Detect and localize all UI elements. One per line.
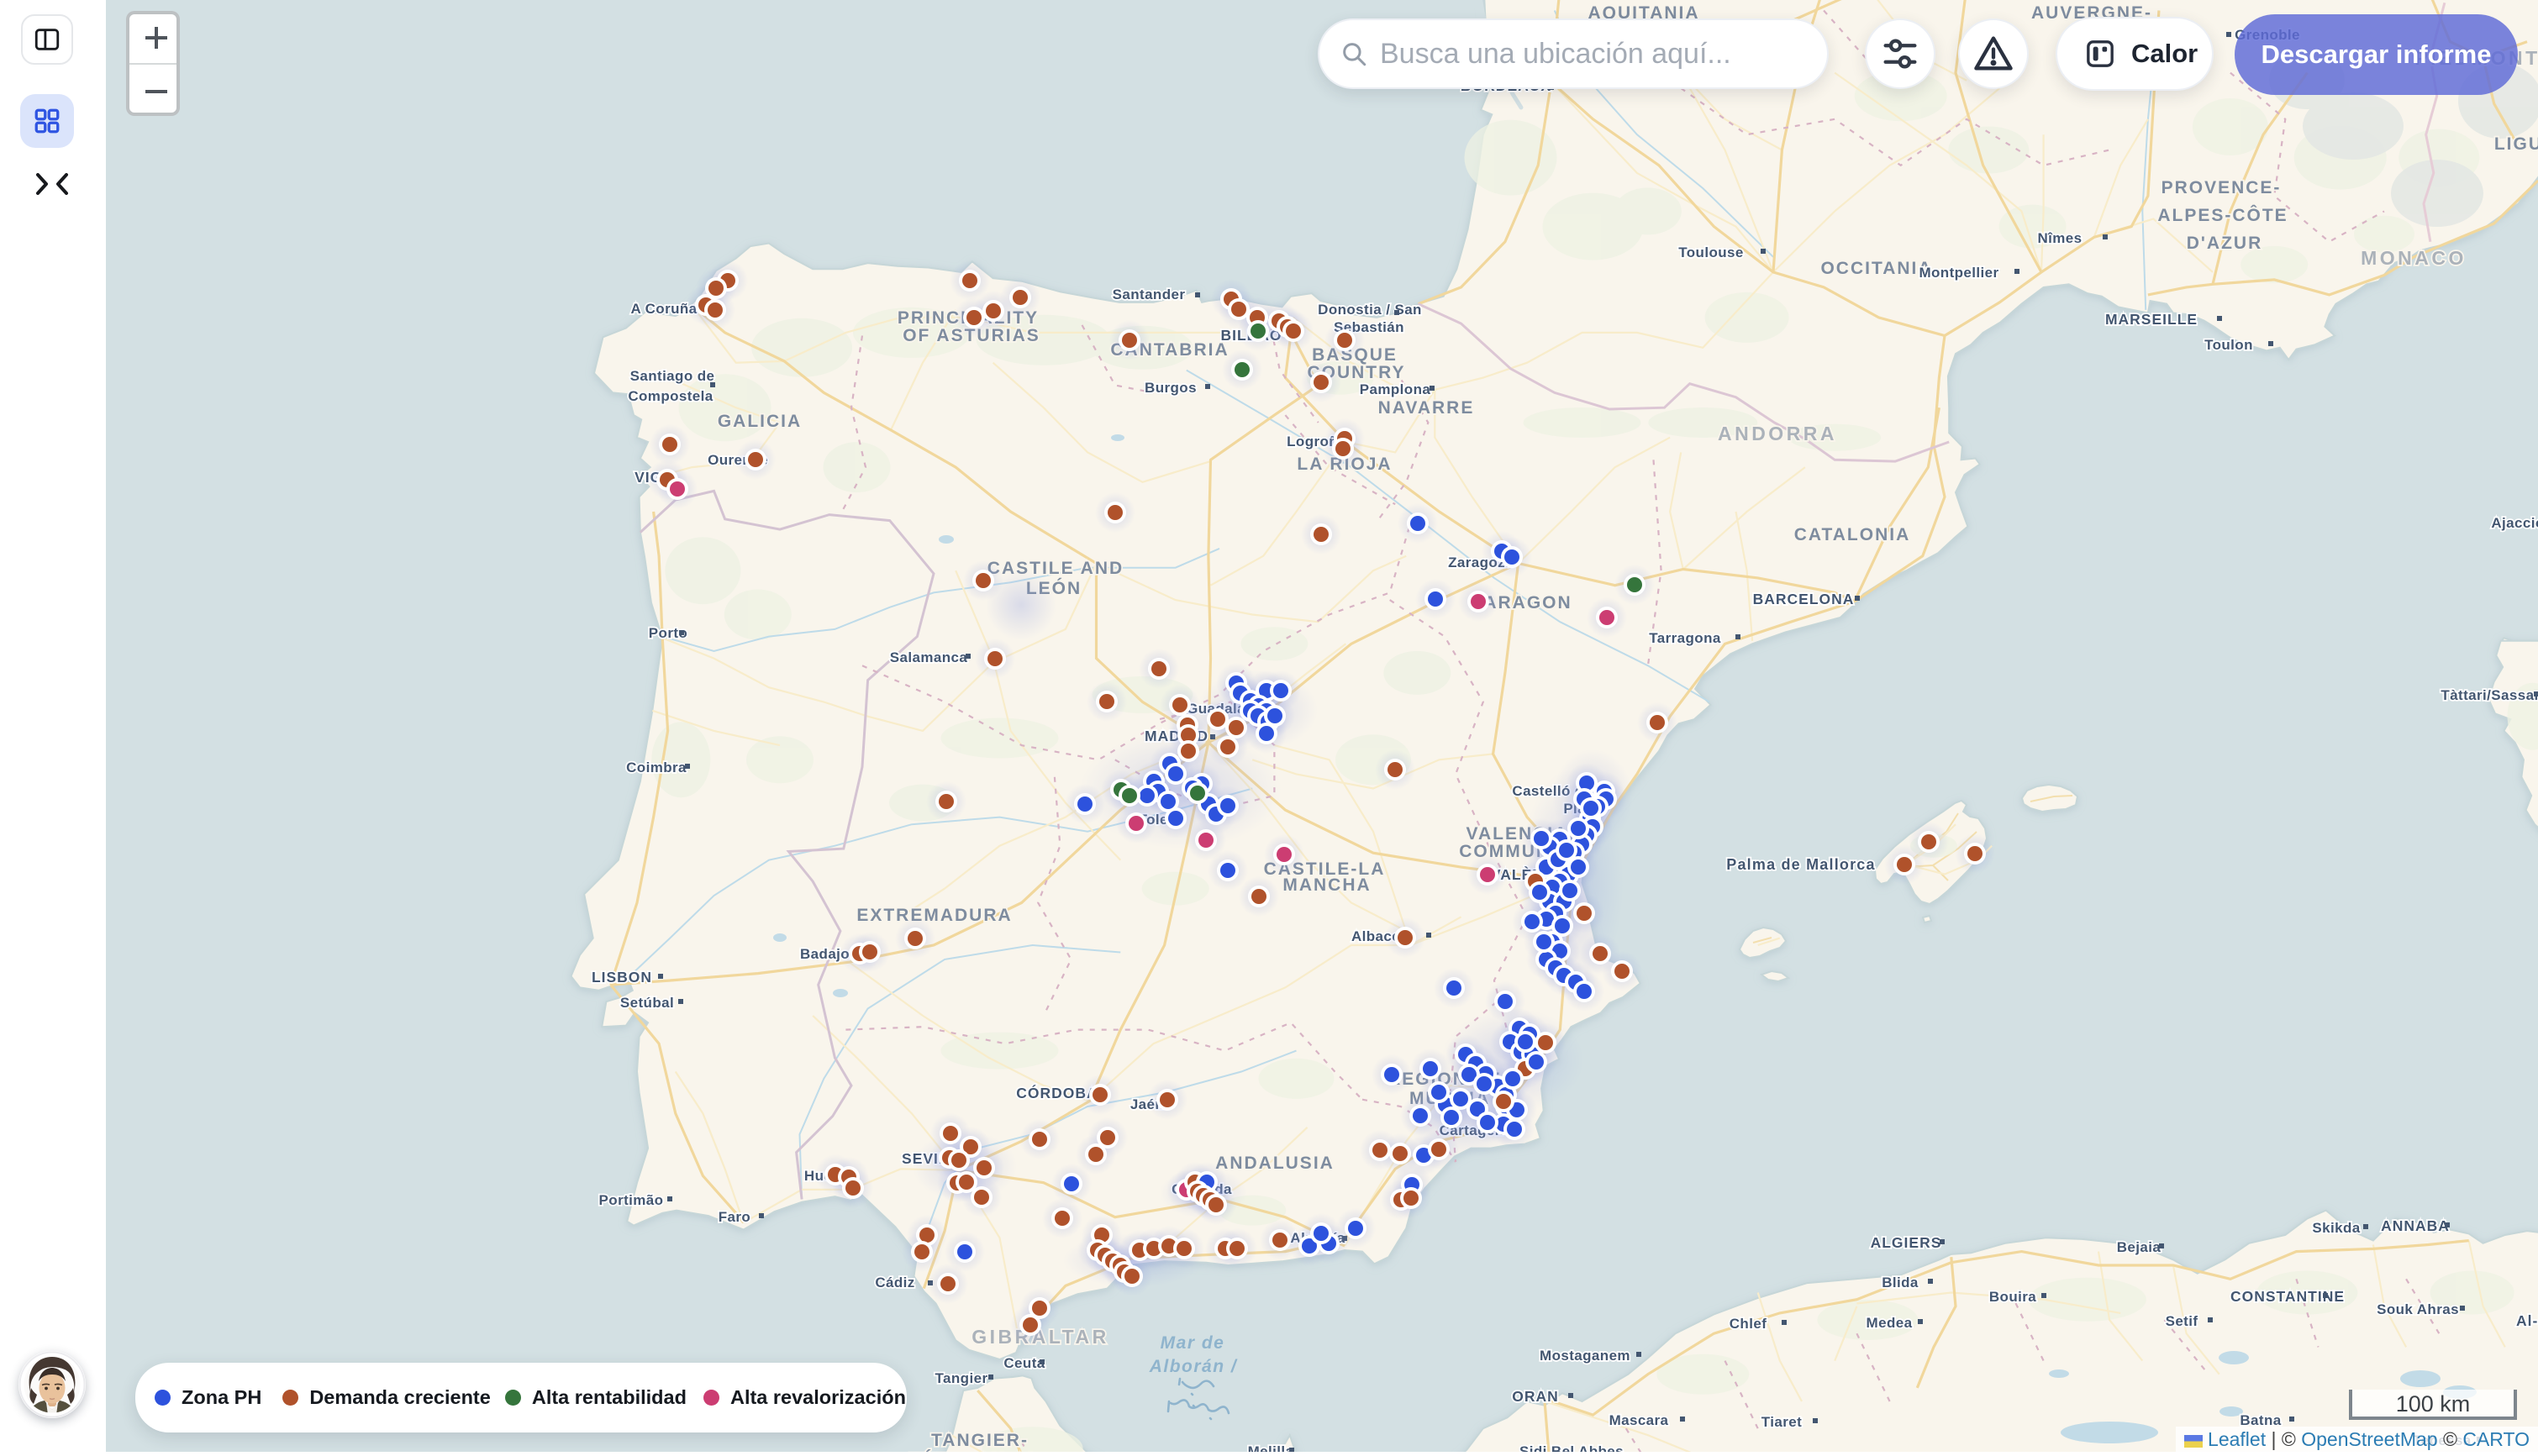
svg-text:Santander: Santander bbox=[1113, 286, 1186, 302]
svg-text:CATALONIA: CATALONIA bbox=[1794, 525, 1911, 544]
svg-text:ALPES-CÔTE: ALPES-CÔTE bbox=[2157, 205, 2288, 225]
svg-text:Tarragona: Tarragona bbox=[1649, 630, 1721, 646]
svg-text:MANCHA: MANCHA bbox=[1282, 875, 1371, 895]
svg-text:BARCELONA: BARCELONA bbox=[1753, 591, 1855, 607]
svg-text:Nîmes: Nîmes bbox=[2037, 230, 2082, 246]
svg-text:Mar de: Mar de bbox=[1161, 1333, 1225, 1353]
svg-text:Sidi Bel Abbes: Sidi Bel Abbes bbox=[1519, 1443, 1624, 1452]
svg-text:Ajaccio: Ajaccio bbox=[2491, 515, 2538, 531]
svg-text:ANNABA: ANNABA bbox=[2381, 1217, 2450, 1234]
svg-text:Compostela: Compostela bbox=[628, 388, 713, 404]
svg-text:Toulouse: Toulouse bbox=[1678, 244, 1744, 260]
svg-text:Melilla: Melilla bbox=[1248, 1443, 1294, 1452]
svg-text:Setif: Setif bbox=[2166, 1313, 2198, 1329]
svg-text:MARSEILLE: MARSEILLE bbox=[2105, 311, 2198, 328]
svg-text:GALICIA: GALICIA bbox=[718, 412, 802, 431]
svg-text:Medea: Medea bbox=[1867, 1315, 1913, 1331]
svg-text:Tiaret: Tiaret bbox=[1761, 1414, 1802, 1430]
svg-text:ORAN: ORAN bbox=[1512, 1388, 1559, 1405]
svg-text:Faro: Faro bbox=[719, 1209, 750, 1225]
svg-text:Tàttari/Sassari: Tàttari/Sassari bbox=[2441, 687, 2538, 703]
svg-text:Portimão: Portimão bbox=[599, 1192, 664, 1208]
svg-text:ALGIERS: ALGIERS bbox=[1871, 1234, 1942, 1251]
svg-text:Donostia / San: Donostia / San bbox=[1318, 302, 1422, 318]
svg-text:Alborán /: Alborán / bbox=[1149, 1357, 1238, 1376]
svg-text:EXTREMADURA: EXTREMADURA bbox=[856, 906, 1012, 925]
svg-text:Bouira: Bouira bbox=[1989, 1289, 2036, 1305]
svg-text:Ceuta: Ceuta bbox=[1003, 1355, 1045, 1371]
svg-text:Souk Ahras: Souk Ahras bbox=[2377, 1301, 2459, 1317]
svg-text:Bejaia: Bejaia bbox=[2117, 1239, 2162, 1255]
svg-text:D'AZUR: D'AZUR bbox=[2187, 234, 2262, 253]
svg-text:Mostaganem: Mostaganem bbox=[1540, 1348, 1630, 1364]
svg-text:LIGURIA: LIGURIA bbox=[2494, 134, 2538, 154]
svg-text:Setúbal: Setúbal bbox=[620, 995, 674, 1011]
svg-text:TANGIER-: TANGIER- bbox=[931, 1431, 1029, 1450]
svg-text:PROVENCE-: PROVENCE- bbox=[2162, 178, 2282, 197]
svg-text:ANDORRA: ANDORRA bbox=[1718, 423, 1837, 444]
svg-text:Coimbra: Coimbra bbox=[626, 760, 687, 775]
svg-text:Blida: Blida bbox=[1882, 1275, 1919, 1290]
svg-text:Santiago de: Santiago de bbox=[630, 368, 715, 384]
svg-text:Al-K: Al-K bbox=[2516, 1312, 2538, 1329]
svg-text:OCCITANIA: OCCITANIA bbox=[1820, 259, 1932, 278]
svg-text:LISBON: LISBON bbox=[592, 969, 652, 986]
svg-text:ANDALUSIA: ANDALUSIA bbox=[1215, 1154, 1335, 1173]
svg-text:Montpellier: Montpellier bbox=[1919, 265, 1998, 281]
svg-text:MONACO: MONACO bbox=[2361, 247, 2467, 269]
svg-text:Chlef: Chlef bbox=[1730, 1316, 1767, 1332]
svg-text:Burgos: Burgos bbox=[1145, 380, 1197, 396]
svg-text:NAVARRE: NAVARRE bbox=[1378, 398, 1475, 418]
svg-text:Salamanca: Salamanca bbox=[890, 649, 968, 665]
svg-text:Toulon: Toulon bbox=[2204, 337, 2253, 353]
svg-text:Palma de Mallorca: Palma de Mallorca bbox=[1726, 856, 1875, 873]
svg-text:Skikda: Skikda bbox=[2312, 1220, 2360, 1236]
svg-text:Mascara: Mascara bbox=[1609, 1412, 1669, 1428]
svg-text:Pamplona: Pamplona bbox=[1360, 381, 1431, 397]
svg-text:Tangier: Tangier bbox=[935, 1370, 988, 1386]
svg-text:Cádiz: Cádiz bbox=[875, 1275, 914, 1290]
